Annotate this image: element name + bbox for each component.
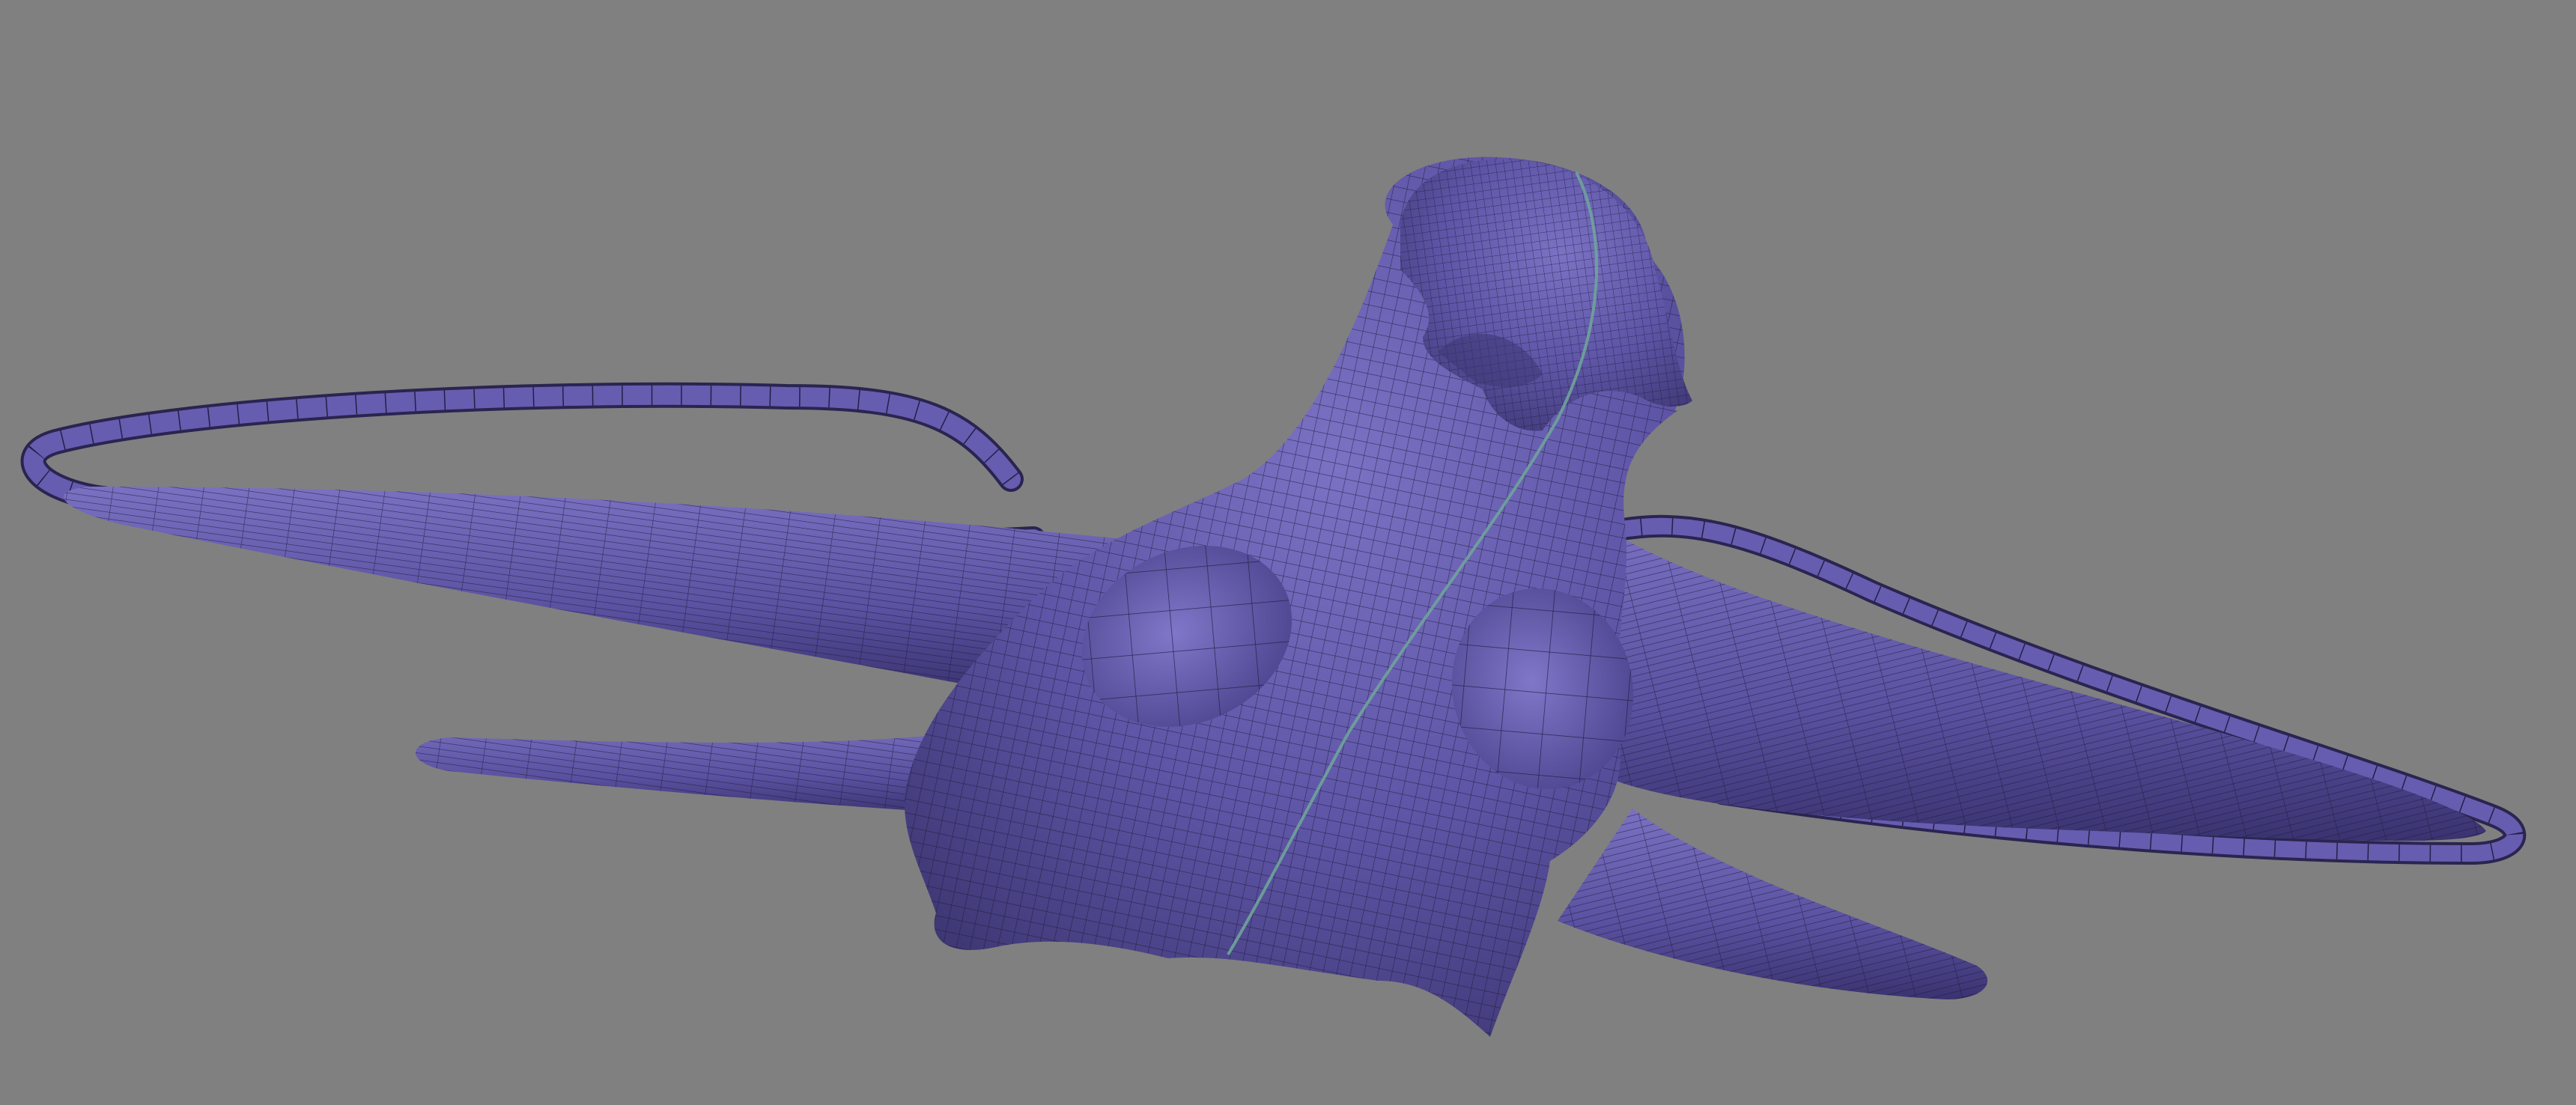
3d-viewport[interactable] [0,0,2576,1105]
sculpted-mesh[interactable] [20,156,2527,1038]
right-long-tentacle[interactable] [1588,517,2486,841]
right-lower-tentacle[interactable] [1558,809,1988,999]
viewport-canvas[interactable] [0,0,2576,1105]
